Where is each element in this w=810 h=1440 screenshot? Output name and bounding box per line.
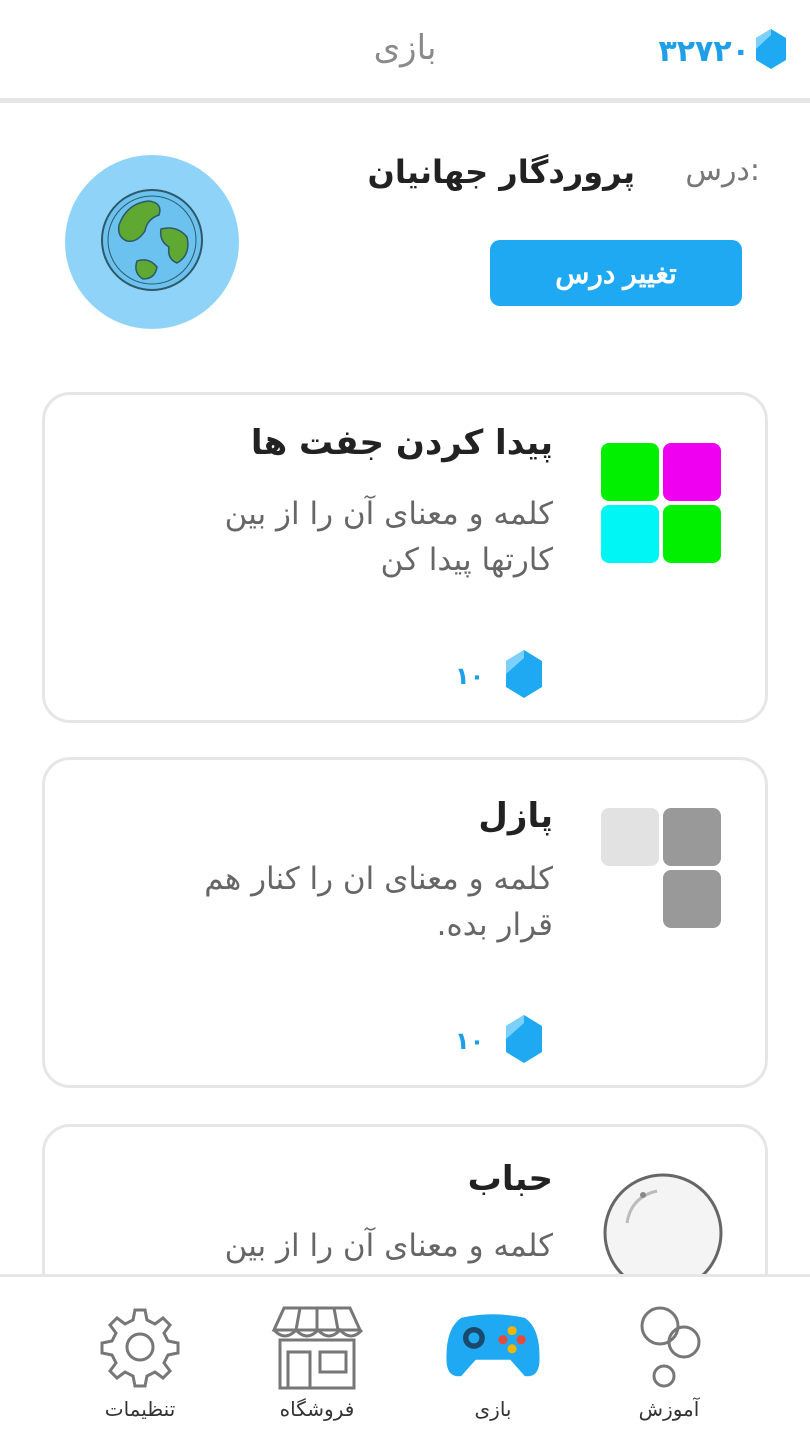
nav-item-game[interactable]: بازی — [408, 1277, 578, 1440]
lesson-section: درس: پروردگار جهانیان تغییر درس — [0, 103, 810, 393]
game-description-line: کلمه و معنای آن را از بین — [224, 496, 553, 532]
game-description-line: کارتها پیدا کن — [380, 542, 553, 578]
store-icon — [267, 1297, 367, 1397]
gem-counter[interactable]: ۳۲۷۲۰ — [658, 26, 788, 76]
cost-value: ۱۰ — [455, 662, 485, 690]
game-cost: ۱۰ — [455, 1014, 544, 1068]
game-description: کلمه و معنای ان را کنار هم قرار بده. — [153, 856, 553, 948]
lesson-avatar — [65, 155, 239, 329]
top-bar: بازی ۳۲۷۲۰ — [0, 0, 810, 103]
nav-item-store[interactable]: فروشگاه — [232, 1277, 402, 1440]
nav-label: بازی — [474, 1397, 512, 1421]
globe-icon — [97, 185, 207, 299]
game-description: کلمه و معنای آن را از بین کارتها پیدا کن — [153, 491, 553, 583]
game-description-line: کلمه و معنای آن را از بین — [224, 1228, 553, 1264]
nav-label: آموزش — [638, 1397, 700, 1421]
gem-count: ۳۲۷۲۰ — [658, 33, 750, 69]
bottom-nav: تنظیمات فروشگاه بازی آموزش — [0, 1277, 810, 1440]
lesson-name: پروردگار جهانیان — [367, 153, 635, 191]
game-title: پازل — [478, 796, 553, 836]
game-description-line: کلمه و معنای ان را کنار هم — [204, 861, 553, 897]
game-card-puzzle[interactable]: پازل کلمه و معنای ان را کنار هم قرار بده… — [42, 757, 768, 1088]
nav-label: تنظیمات — [104, 1397, 176, 1421]
lesson-label: درس: — [685, 153, 760, 188]
gem-icon — [504, 1013, 544, 1069]
gem-icon — [504, 648, 544, 704]
change-lesson-button[interactable]: تغییر درس — [490, 240, 742, 306]
puzzle-icon — [601, 808, 725, 932]
gamepad-icon — [443, 1297, 543, 1397]
game-title: پیدا کردن جفت ها — [250, 423, 553, 463]
gem-icon — [754, 27, 788, 75]
matching-cards-icon — [601, 443, 725, 567]
game-title: حباب — [467, 1159, 553, 1199]
nav-item-settings[interactable]: تنظیمات — [55, 1277, 225, 1440]
nav-label: فروشگاه — [279, 1397, 355, 1421]
gear-icon — [90, 1297, 190, 1397]
game-cost: ۱۰ — [455, 649, 544, 703]
learning-icon — [619, 1297, 719, 1397]
game-card-matching-pairs[interactable]: پیدا کردن جفت ها کلمه و معنای آن را از ب… — [42, 392, 768, 723]
nav-item-learning[interactable]: آموزش — [584, 1277, 754, 1440]
cost-value: ۱۰ — [455, 1027, 485, 1055]
game-description-line: قرار بده. — [436, 907, 553, 943]
game-description: کلمه و معنای آن را از بین — [153, 1223, 553, 1269]
